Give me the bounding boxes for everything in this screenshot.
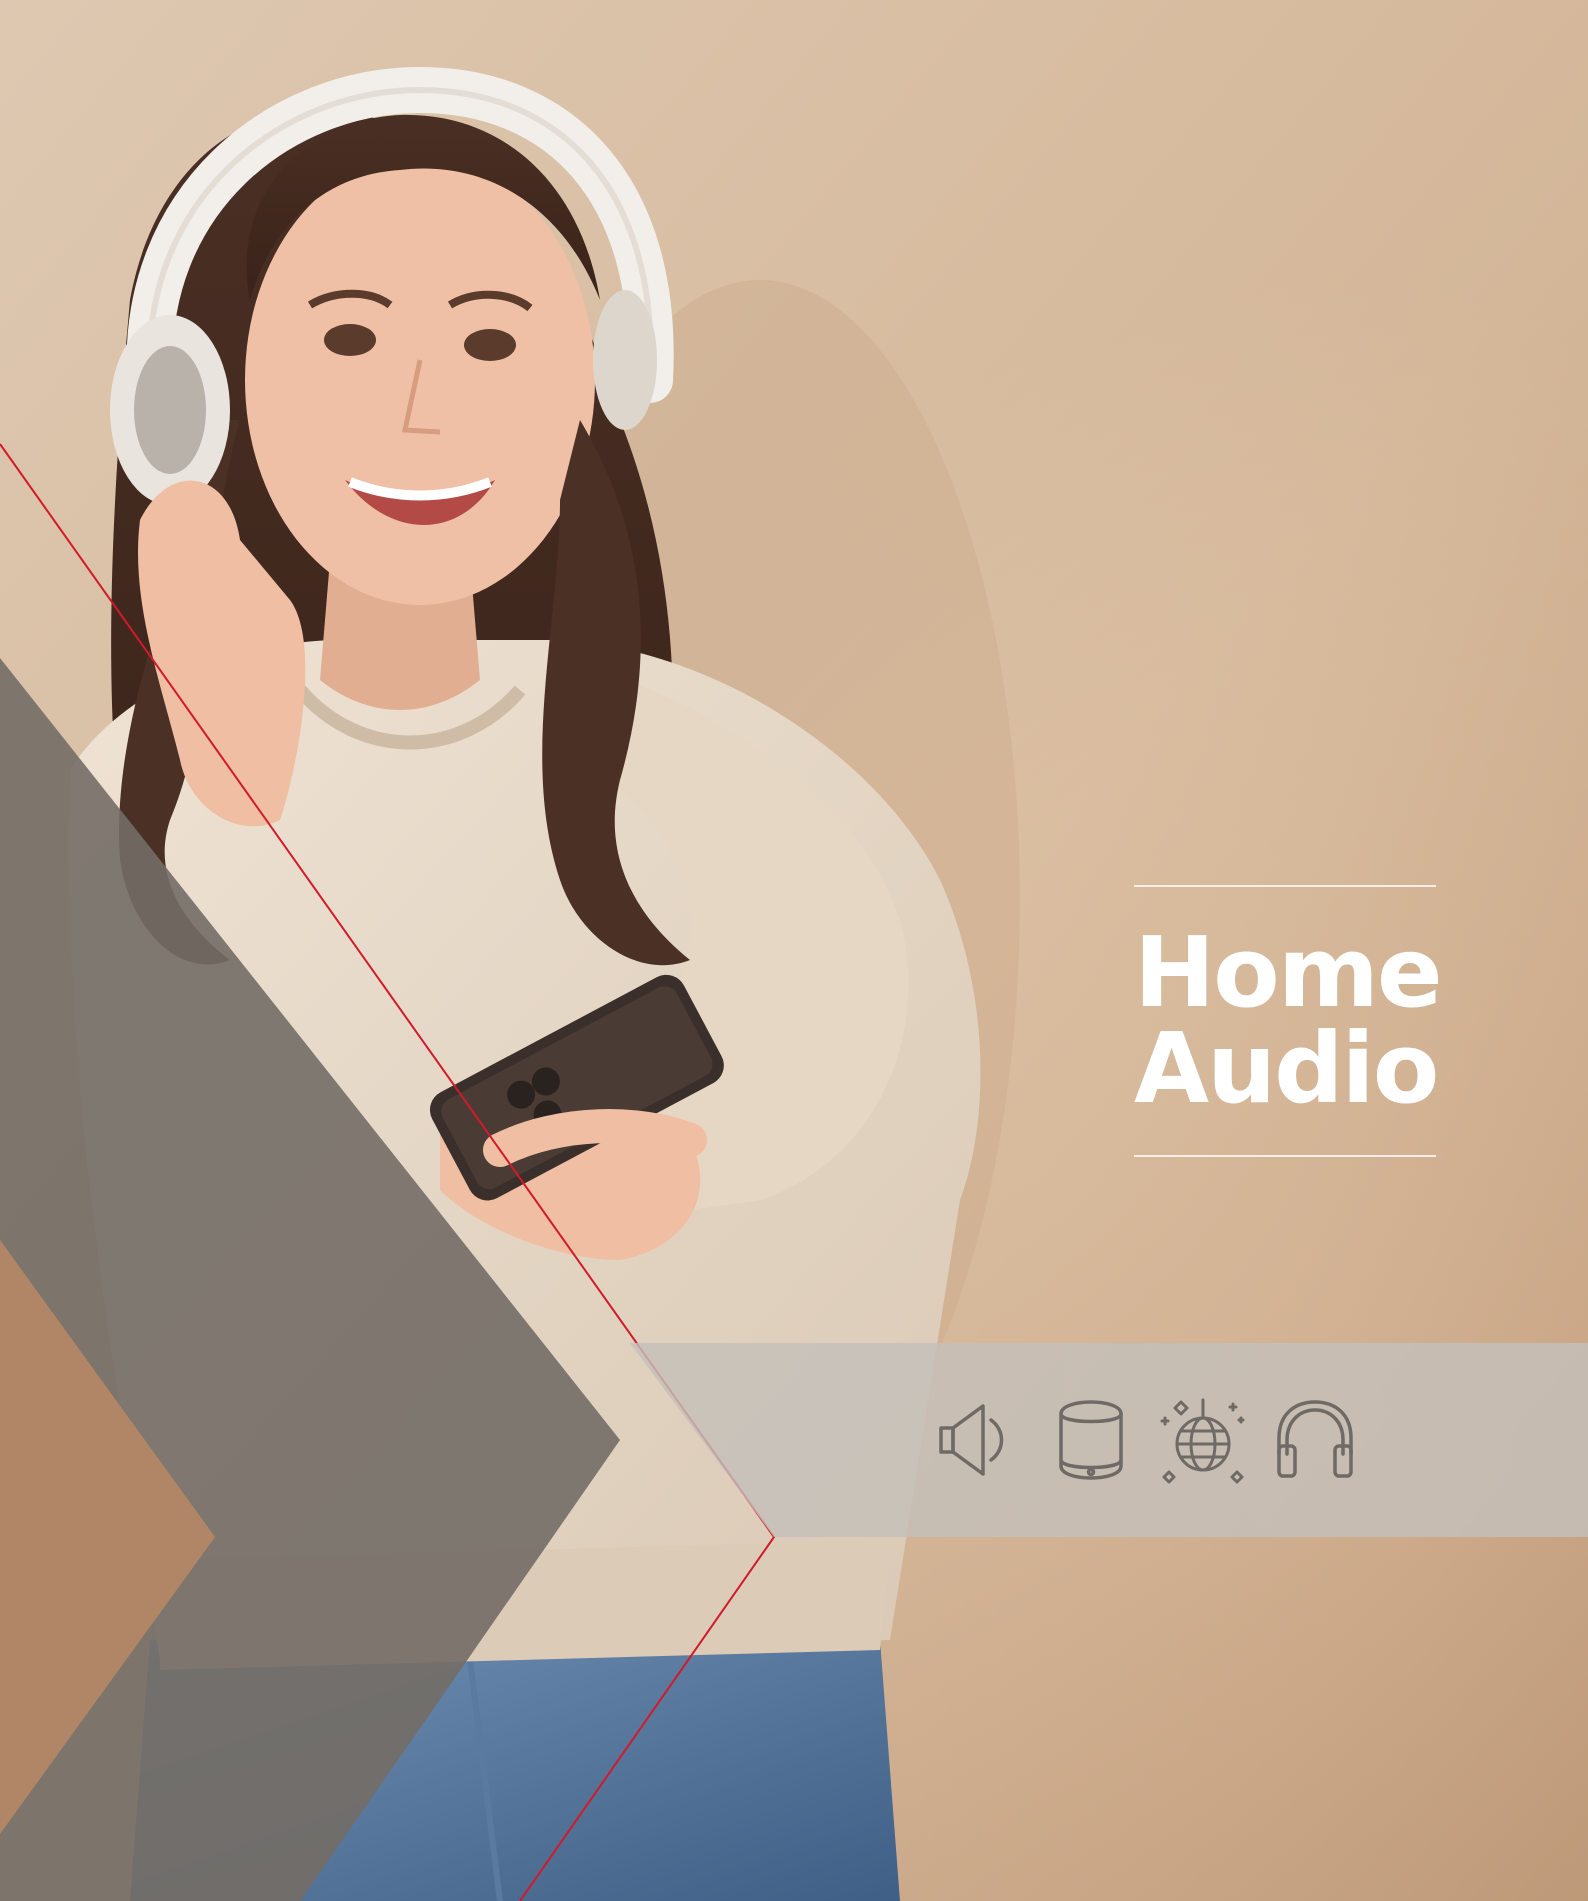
page: Home Audio: [0, 0, 1588, 1901]
headphones-icon: [1264, 1392, 1366, 1488]
gray-chevron: [0, 658, 620, 1901]
page-title: Home Audio: [1134, 887, 1443, 1155]
title-line-2: Audio: [1134, 1012, 1439, 1125]
disco-ball-icon: [1152, 1392, 1254, 1488]
audio-icons: [928, 1392, 1366, 1488]
title-block: Home Audio: [1134, 885, 1443, 1157]
speaker-icon: [928, 1392, 1030, 1488]
title-line-1: Home: [1134, 916, 1443, 1029]
smart-speaker-icon: [1040, 1392, 1142, 1488]
title-rule-bottom: [1134, 1155, 1436, 1157]
